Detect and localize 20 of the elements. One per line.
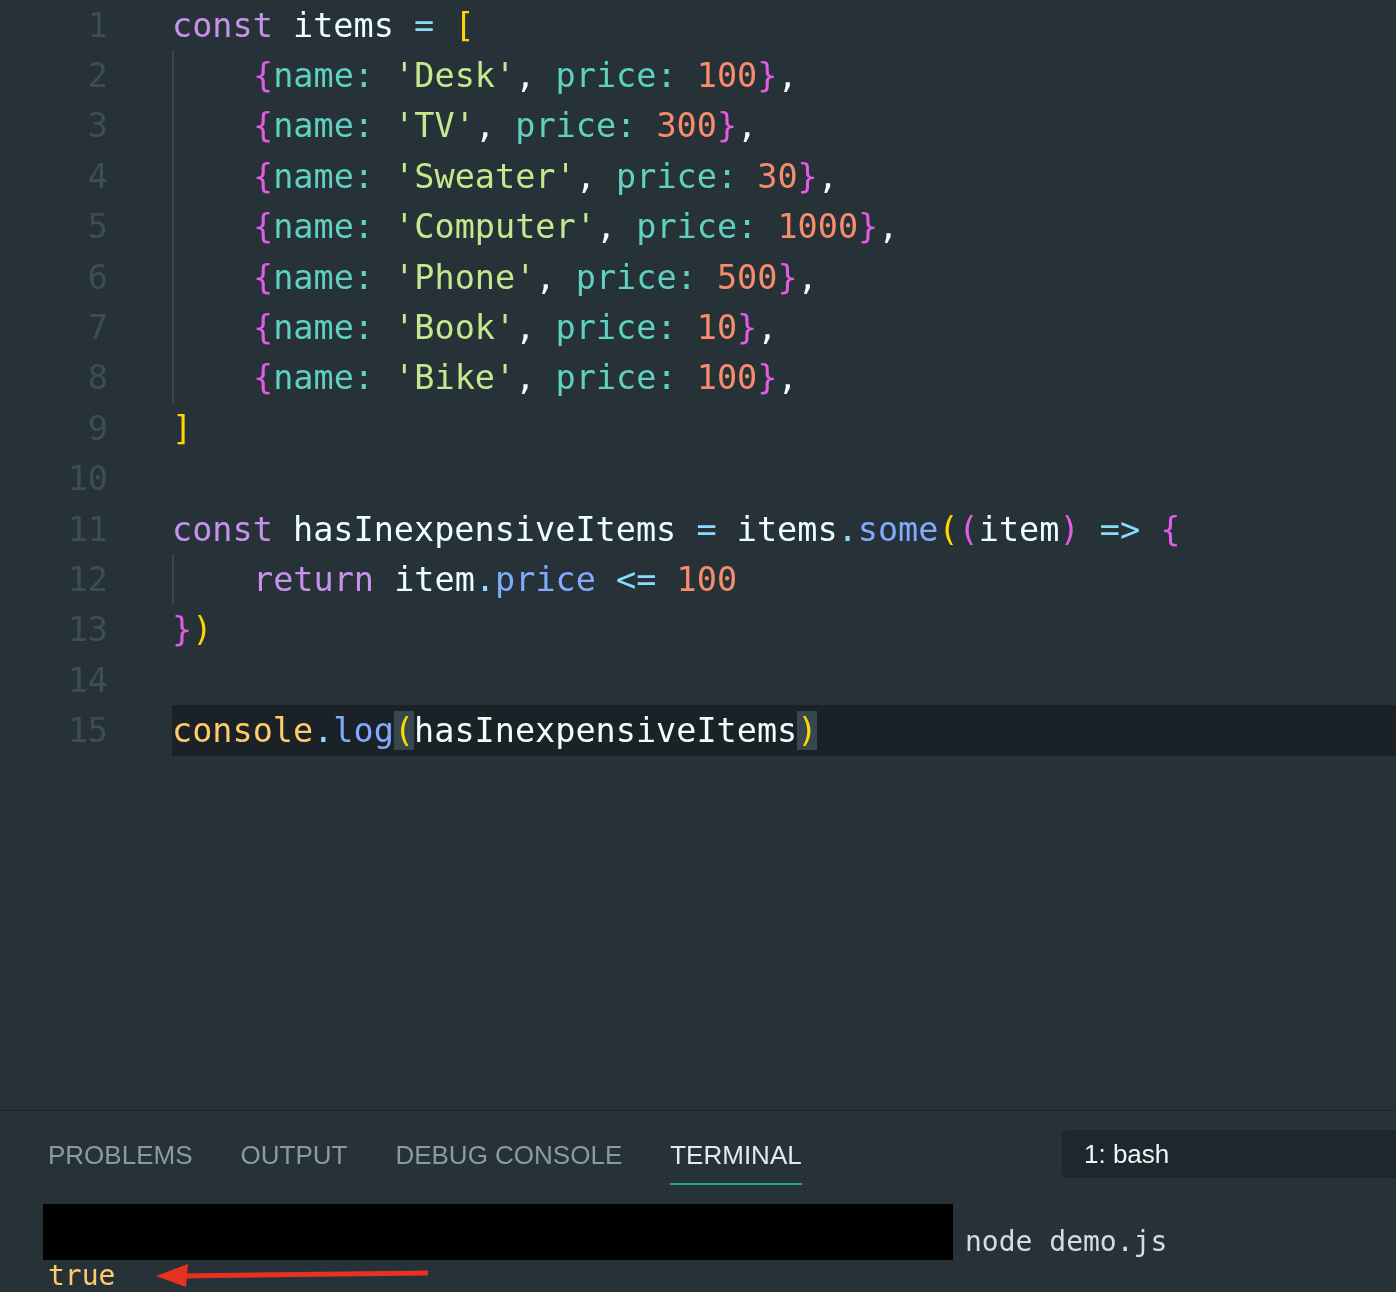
- code-line: const items = [: [172, 5, 475, 45]
- panel-tab[interactable]: PROBLEMS: [48, 1140, 193, 1185]
- code-line: const hasInexpensiveItems = items.some((item) => {: [172, 509, 1181, 549]
- code-line: {name: 'TV', price: 300},: [253, 106, 758, 146]
- code-line: }): [172, 610, 213, 650]
- panel-tab[interactable]: OUTPUT: [240, 1140, 348, 1185]
- code-line: ]: [172, 408, 193, 448]
- code-line: {name: 'Desk', price: 100},: [253, 56, 798, 96]
- code-line: {name: 'Phone', price: 500},: [253, 257, 818, 297]
- terminal-command: node demo.js: [965, 1224, 1168, 1260]
- code-line: console.log(hasInexpensiveItems): [172, 711, 818, 751]
- panel-tab[interactable]: DEBUG CONSOLE: [395, 1140, 623, 1185]
- panel-tab[interactable]: TERMINAL: [670, 1140, 802, 1185]
- code-line: {name: 'Book', price: 10},: [253, 308, 778, 348]
- code-line: {name: 'Sweater', price: 30},: [253, 156, 838, 196]
- code-line: {name: 'Computer', price: 1000},: [253, 207, 899, 247]
- terminal-output: true: [47, 1260, 116, 1292]
- terminal-dropdown[interactable]: 1: bash: [1062, 1130, 1396, 1178]
- code-line: {name: 'Bike', price: 100},: [253, 358, 798, 398]
- code-line: return item.price <= 100: [253, 560, 738, 599]
